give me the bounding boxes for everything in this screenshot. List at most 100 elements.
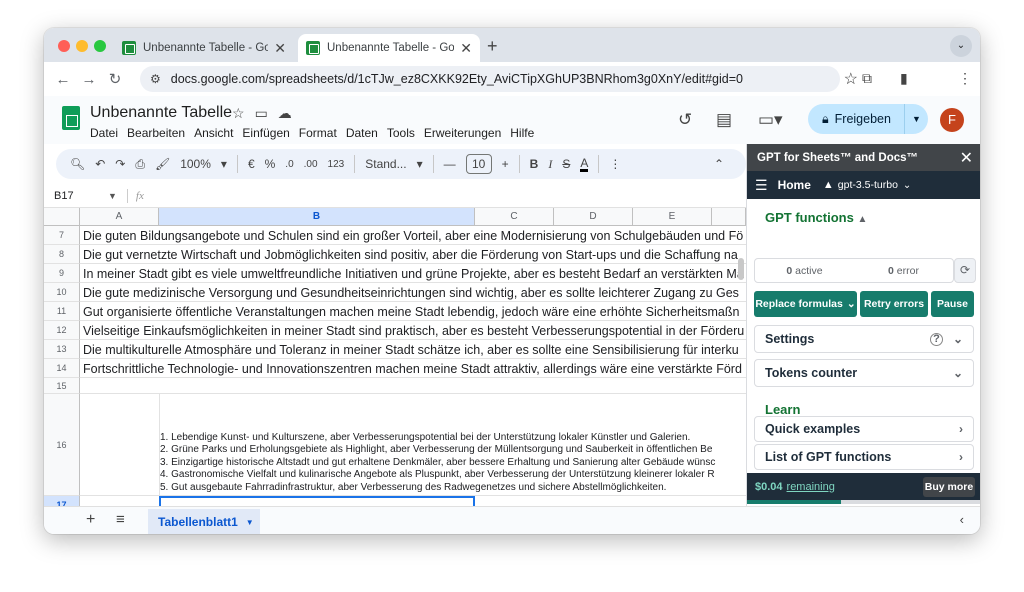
sheet-tab-dropdown-icon[interactable]: ▼ <box>246 518 254 527</box>
model-select[interactable]: gpt-3.5-turbo <box>838 179 898 191</box>
search-menus-icon[interactable]: 🔍︎ <box>70 157 85 171</box>
redo-icon[interactable]: ↷ <box>115 157 125 171</box>
row-header[interactable]: 10 <box>44 283 80 302</box>
menu-daten[interactable]: Daten <box>346 126 378 140</box>
font-select[interactable]: Stand... <box>365 157 406 171</box>
sheet-tab-tabellenblatt1[interactable]: Tabellenblatt1 ▼ <box>148 509 260 534</box>
table-row[interactable] <box>80 378 746 394</box>
extensions-icon[interactable]: ⧉ <box>862 70 872 87</box>
browser-menu-icon[interactable]: ⋮ <box>958 70 972 87</box>
cell-a14[interactable]: Fortschrittliche Technologie- und Innova… <box>83 362 742 376</box>
undo-icon[interactable]: ↶ <box>95 157 105 171</box>
cell-a7[interactable]: Die guten Bildungsangebote und Schulen s… <box>83 229 743 243</box>
meet-icon[interactable]: ▭▾ <box>758 110 783 130</box>
sheets-logo-icon[interactable] <box>62 106 80 130</box>
move-folder-icon[interactable]: ▭ <box>255 105 278 121</box>
menu-datei[interactable]: Datei <box>90 126 118 140</box>
vertical-scrollbar[interactable] <box>738 258 744 280</box>
menu-einfuegen[interactable]: Einfügen <box>242 126 289 140</box>
account-avatar[interactable]: F <box>940 108 964 132</box>
bookmark-star-icon[interactable]: ☆ <box>844 69 858 89</box>
remaining-link[interactable]: remaining <box>787 481 835 493</box>
help-icon[interactable]: ? <box>930 332 943 346</box>
cell-a8[interactable]: Die gut vernetzte Wirtschaft und Jobmögl… <box>83 248 738 262</box>
column-header-c[interactable]: C <box>475 208 554 226</box>
selected-cell-b17[interactable] <box>159 496 475 506</box>
cloud-status-icon[interactable]: ☁ <box>278 105 302 121</box>
new-tab-icon[interactable]: + <box>487 36 498 57</box>
name-box-dropdown-icon[interactable]: ▼ <box>108 191 117 201</box>
row-header[interactable]: 12 <box>44 321 80 340</box>
increase-font-size-icon[interactable]: + <box>502 157 509 171</box>
increase-decimal-button[interactable]: .00 <box>304 159 318 170</box>
italic-button[interactable]: I <box>548 157 552 172</box>
row-header[interactable]: 9 <box>44 264 80 283</box>
close-panel-icon[interactable]: ✕ <box>960 148 973 168</box>
buy-more-button[interactable]: Buy more <box>923 477 975 497</box>
tab-search-chevron-icon[interactable]: ⌄ <box>950 35 972 57</box>
all-sheets-icon[interactable]: ≡ <box>116 511 125 528</box>
hamburger-menu-icon[interactable]: ☰ <box>755 177 768 194</box>
column-header-a[interactable]: A <box>80 208 159 226</box>
refresh-icon[interactable]: ⟳ <box>954 258 976 283</box>
number-format-button[interactable]: 123 <box>328 159 345 170</box>
url-field[interactable]: ⚙ docs.google.com/spreadsheets/d/1cTJw_e… <box>140 66 858 92</box>
pause-button[interactable]: Pause <box>931 291 974 317</box>
print-icon[interactable]: ⎙ <box>135 157 145 172</box>
cell-b16[interactable]: 1. Lebendige Kunst- und Kulturszene, abe… <box>160 432 715 494</box>
menu-tools[interactable]: Tools <box>387 126 415 140</box>
row-header[interactable]: 15 <box>44 378 80 394</box>
tips-accordion[interactable]: Tips <box>867 458 980 459</box>
reload-icon[interactable]: ↻ <box>102 70 128 88</box>
close-window-button[interactable] <box>58 40 70 52</box>
decrease-font-size-icon[interactable]: — <box>444 157 456 171</box>
cell-a9[interactable]: In meiner Stadt gibt es viele umweltfreu… <box>83 267 744 281</box>
menu-hilfe[interactable]: Hilfe <box>510 126 534 140</box>
column-header-f[interactable] <box>712 208 746 226</box>
replace-formulas-button[interactable]: Replace formulas ⌄ <box>754 291 857 317</box>
cell-a10[interactable]: Die gute medizinische Versorgung und Ges… <box>83 286 739 300</box>
currency-format-button[interactable]: € <box>248 157 255 171</box>
tokens-counter-accordion[interactable]: Tokens counter ⌄ <box>754 359 974 387</box>
collapse-side-panel-icon[interactable]: ‹ <box>960 512 964 527</box>
document-title[interactable]: Unbenannte Tabelle <box>90 104 232 122</box>
spreadsheet-grid[interactable]: A B C D E 7 Die guten Bildungsangebote u… <box>44 208 746 506</box>
model-chevron-icon[interactable]: ⌄ <box>903 180 911 191</box>
browser-tab-1[interactable]: Unbenannte Tabelle - Google ✕ <box>114 34 294 62</box>
share-dropdown-icon[interactable]: ▼ <box>904 104 928 134</box>
side-panel-icon[interactable]: ▮ <box>900 70 908 87</box>
forward-icon[interactable]: → <box>76 71 102 88</box>
collapse-menus-icon[interactable]: ⌃ <box>714 157 724 171</box>
select-all-corner[interactable] <box>44 208 80 226</box>
strikethrough-button[interactable]: S <box>562 157 570 171</box>
nav-home-link[interactable]: Home <box>778 178 811 192</box>
column-header-b[interactable]: B <box>159 208 475 226</box>
star-icon[interactable]: ☆ <box>232 105 255 121</box>
more-options-icon[interactable]: ⋮ <box>609 157 621 171</box>
row-header[interactable]: 8 <box>44 245 80 264</box>
comments-icon[interactable]: ▤ <box>716 110 732 130</box>
percent-format-button[interactable]: % <box>265 157 276 171</box>
retry-errors-button[interactable]: Retry errors <box>860 291 928 317</box>
cell-a12[interactable]: Vielseitige Einkaufsmöglichkeiten in mei… <box>83 324 744 338</box>
list-functions-link[interactable]: List of GPT functions › <box>754 444 974 470</box>
bold-button[interactable]: B <box>530 157 539 171</box>
row-header[interactable]: 13 <box>44 340 80 359</box>
formula-input[interactable] <box>144 186 746 206</box>
minimize-window-button[interactable] <box>76 40 88 52</box>
share-button[interactable]: 🔒︎ Freigeben ▼ <box>808 104 928 134</box>
column-header-d[interactable]: D <box>554 208 633 226</box>
paint-format-icon[interactable]: 🖌︎ <box>155 157 170 171</box>
zoom-window-button[interactable] <box>94 40 106 52</box>
add-sheet-icon[interactable]: + <box>86 511 95 529</box>
zoom-select[interactable]: 100% <box>180 157 211 171</box>
close-tab-icon[interactable]: ✕ <box>460 40 472 57</box>
menu-ansicht[interactable]: Ansicht <box>194 126 233 140</box>
decrease-decimal-button[interactable]: .0 <box>285 159 293 170</box>
text-color-button[interactable]: A <box>580 157 589 172</box>
menu-erweiterungen[interactable]: Erweiterungen <box>424 126 501 140</box>
close-tab-icon[interactable]: ✕ <box>274 40 286 57</box>
row-header[interactable]: 16 <box>44 394 80 496</box>
quick-examples-link[interactable]: Quick examples › <box>754 416 974 442</box>
cell-a13[interactable]: Die multikulturelle Atmosphäre und Toler… <box>83 343 739 357</box>
